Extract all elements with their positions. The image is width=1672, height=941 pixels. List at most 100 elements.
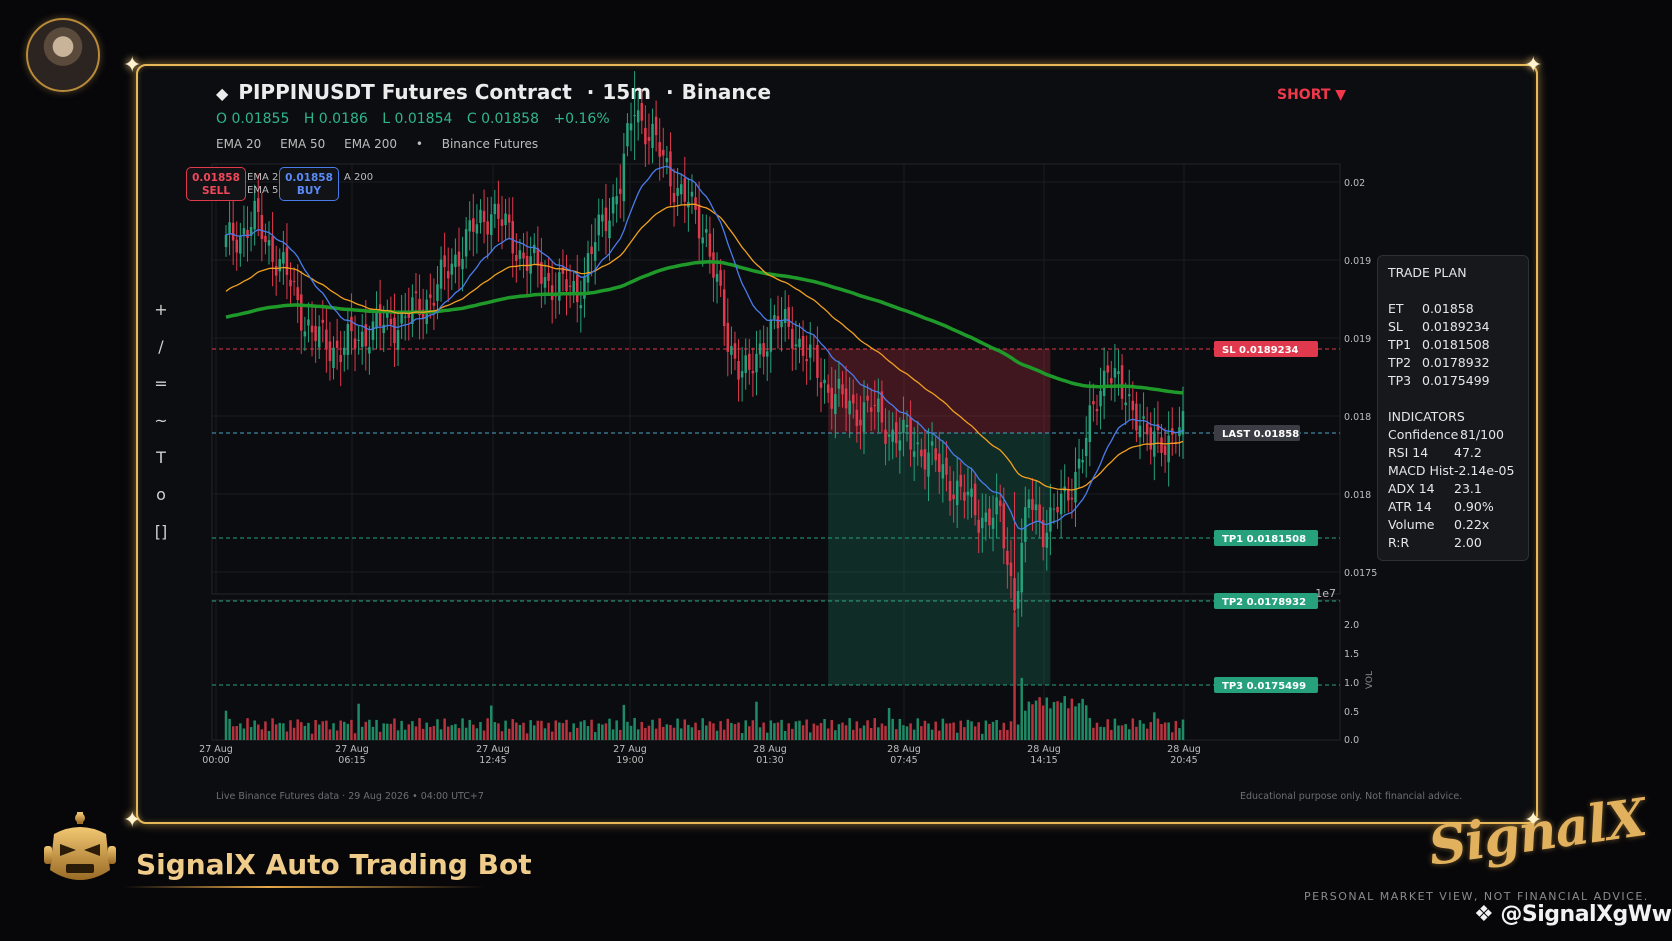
candle [396,330,400,350]
candle [515,255,518,261]
volume-bar [335,730,339,740]
volume-bar [1095,722,1099,740]
volume-bar [1006,729,1009,740]
candle [841,384,844,395]
candle [321,319,325,323]
candle [622,153,626,202]
volume-bar [758,727,762,740]
candle [525,255,529,271]
x-tick-label: 28 Aug [1167,744,1201,755]
candle [877,398,880,413]
x-tick-label: 12:45 [479,755,506,766]
candle [1002,503,1006,549]
volume-bar [532,725,536,740]
candle [658,142,661,157]
volume-bar [930,729,934,740]
volume-bar [938,730,941,740]
y-tick-label: 0.018 [1344,412,1371,423]
indicator-row: Volume 0.22x [1388,516,1518,534]
candle [285,247,289,275]
volume-bar [228,718,231,740]
candle [837,378,841,389]
candle [1081,459,1084,463]
volume-bar [884,725,887,740]
volume-bar [529,720,532,740]
legend-ema20-fragment: EMA 2 [247,172,279,183]
volume-bar [572,723,575,740]
level-label-sl: SL 0.0189234 [1222,345,1299,356]
volume-bar [916,718,920,740]
volume-bar [1088,717,1092,740]
sell-button[interactable]: 0.01858 SELL [186,167,246,201]
volume-bar [920,726,923,740]
volume-bar [776,722,780,740]
volume-bar [482,730,486,740]
volume-bar [429,726,432,740]
buy-button[interactable]: 0.01858 BUY [279,167,339,201]
candle [1049,507,1052,532]
legend-ema50-fragment: EMA 5 [247,185,279,196]
volume-bar [339,720,342,740]
x-tick-label: 27 Aug [476,744,510,755]
volume-bar [712,723,715,740]
candle [439,259,443,289]
candle [1127,394,1131,397]
indicator-row: R:R 2.00 [1388,534,1518,552]
candle [450,263,454,275]
volume-bar [457,728,461,740]
volume-bar [973,726,977,740]
volume-bar [1056,701,1059,740]
candle [930,441,934,446]
candle [1013,578,1016,611]
candle [823,379,826,384]
candle [267,240,271,246]
volume-tick-label: 1.0 [1344,678,1359,689]
volume-bar [816,725,819,740]
volume-bar [389,723,393,740]
volume-bar [479,722,482,740]
volume-bar [522,722,525,740]
candle [583,276,586,299]
candle [335,340,339,348]
candle [726,322,730,352]
volume-bar [547,722,550,740]
volume-bar [1160,724,1163,740]
candle [253,200,256,230]
candle [690,191,694,197]
candle [224,234,228,248]
volume-bar [346,723,350,740]
volume-bar [851,729,855,740]
volume-bar [812,723,816,740]
volume-bar [421,728,425,740]
volume-bar [855,721,859,740]
volume-bar [536,720,540,740]
candle [869,407,873,412]
candle [339,355,342,363]
candle [486,221,489,235]
volume-bar [945,723,948,740]
candle [715,273,719,282]
volume-bar [787,723,790,740]
candle [493,203,497,215]
volume-bar [1063,696,1066,740]
candle [708,233,712,257]
candle [812,348,816,350]
x-tick-label: 27 Aug [199,744,233,755]
candle [310,325,314,333]
volume-bar [1041,705,1045,740]
volume-tick-label: 0.0 [1344,735,1359,746]
x-tick-label: 27 Aug [335,744,369,755]
candle [751,371,755,374]
candle [816,344,819,378]
indicator-value: -2.14e-05 [1454,463,1515,478]
candle [851,394,855,404]
volume-bar [461,718,464,740]
candle [737,361,740,380]
volume-bar [1092,727,1095,740]
volume-bar [393,718,396,740]
level-key: TP1 [1388,337,1412,352]
volume-bar [231,726,235,740]
volume-bar [859,728,862,740]
candle [988,508,991,526]
candle [855,409,859,427]
